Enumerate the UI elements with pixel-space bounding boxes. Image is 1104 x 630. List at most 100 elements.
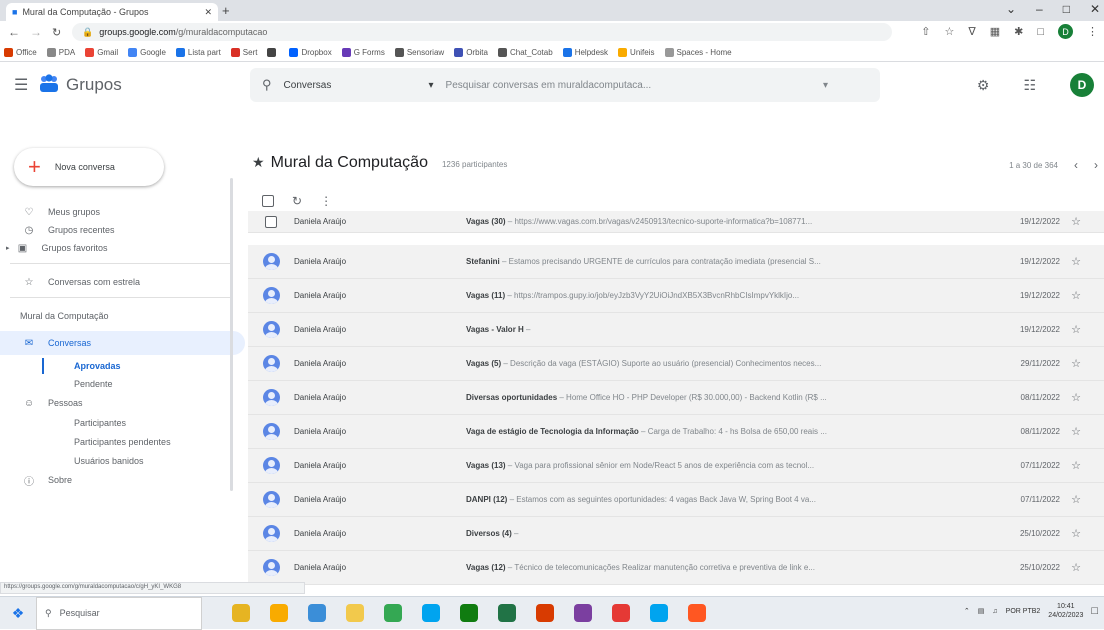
bookmark-item[interactable]: Chat_Cotab [497,47,553,57]
browser-tab[interactable]: ■ Mural da Computação - Grupos ✕ [6,3,218,21]
row-star-icon[interactable]: ☆ [1060,255,1092,268]
close-tab-icon[interactable]: ✕ [204,7,212,18]
row-star-icon[interactable]: ☆ [1060,425,1092,438]
search-scope-select[interactable]: Conversas ▾ [284,80,434,91]
conversation-row[interactable]: Daniela Araújo Vagas (5) – Descrição da v… [248,347,1104,381]
back-icon[interactable]: ← [8,25,20,39]
refresh-icon[interactable]: ↻ [292,194,302,208]
bookmark-star-icon[interactable]: ☆ [944,25,954,38]
next-page-icon[interactable]: › [1094,158,1098,172]
row-star-icon[interactable]: ☆ [1060,289,1092,302]
sidebar-item-conversations[interactable]: ✉ Conversas [22,334,91,352]
row-star-icon[interactable]: ☆ [1060,391,1092,404]
sidepanel-icon[interactable]: □ [1037,26,1044,38]
bookmark-item[interactable]: Sensoriaw [394,47,444,57]
bookmark-item[interactable]: G Forms [341,47,385,57]
search-bar[interactable]: ⚲ Conversas ▾ Pesquisar conversas em mur… [250,68,880,102]
taskbar-app-icon[interactable] [688,604,706,622]
expand-arrow-icon[interactable]: ▸ [6,244,10,252]
bookmark-item[interactable]: Helpdesk [562,47,608,57]
taskbar-app-icon[interactable] [270,604,288,622]
tab-search-icon[interactable]: ⌄ [1006,2,1016,16]
conversation-row[interactable]: Daniela Araújo Diversas oportunidades – H… [248,381,1104,415]
conversation-row[interactable]: Daniela Araújo Stefanini – Estamos precis… [248,245,1104,279]
network-icon[interactable]: ▤ [978,607,985,615]
taskbar-app-icon[interactable] [536,604,554,622]
sidebar-scrollbar[interactable] [230,178,233,491]
bookmark-item[interactable]: Lista part [175,47,221,57]
keyboard-language[interactable]: POR PTB2 [1006,608,1041,615]
close-window-icon[interactable]: ✕ [1090,2,1100,16]
account-avatar[interactable]: D [1070,73,1094,97]
row-star-icon[interactable]: ☆ [1060,493,1092,506]
sidebar-item-starred[interactable]: ☆ Conversas com estrela [22,273,141,291]
taskbar-app-icon[interactable] [384,604,402,622]
sidebar-item-my-groups[interactable]: ♡ Meus grupos [22,203,101,221]
bookmark-item[interactable]: Unifeis [618,47,655,57]
bookmark-item[interactable]: Dropbox [289,47,332,57]
row-checkbox[interactable] [265,215,277,228]
sidebar-item-banned-users[interactable]: Usuários banidos [74,452,144,470]
conversation-row[interactable]: Daniela Araújo Diversos (4) – 25/10/2022 ☆ [248,517,1104,551]
taskbar-app-icon[interactable] [650,604,668,622]
sidebar-item-approved[interactable]: Aprovadas [74,357,121,375]
conversation-row[interactable]: Daniela Araújo Vagas (13) – Vaga para pro… [248,449,1104,483]
volume-icon[interactable]: ♫ [992,608,997,615]
sidebar-item-pending-participants[interactable]: Participantes pendentes [74,433,171,451]
browser-menu-icon[interactable]: ⋮ [1087,25,1098,38]
sidebar-group-section[interactable]: Mural da Computação [20,307,109,325]
filter-icon[interactable]: ∇ [968,25,975,38]
conversation-row[interactable]: Daniela Araújo Vaga de estágio de Tecnolo… [248,415,1104,449]
more-options-icon[interactable]: ⋮ [320,194,332,208]
select-all-checkbox[interactable] [262,195,274,207]
search-input[interactable]: Pesquisar conversas em muraldacomputaca.… [446,80,868,91]
new-tab-icon[interactable]: + [222,3,230,18]
bookmark-item[interactable]: Orbita [454,47,488,57]
tray-chevron-icon[interactable]: ⌃ [964,607,970,615]
sidebar-item-favorite-groups[interactable]: ▸ ▣ Grupos favoritos [6,239,108,257]
conversation-row[interactable]: Daniela Araújo Vagas - Valor H – 19/12/202… [248,313,1104,347]
conversation-row[interactable]: Daniela Araújo DANPI (12) – Estamos com a… [248,483,1104,517]
favorite-star-icon[interactable]: ★ [252,154,265,171]
clock[interactable]: 10:41 24/02/2023 [1048,602,1083,620]
apps-grid-icon[interactable]: ☷ [1023,77,1036,94]
bookmark-item[interactable]: Gmail [85,47,118,57]
forward-icon[interactable]: → [30,25,42,39]
sidebar-item-recent-groups[interactable]: ◷ Grupos recentes [22,221,115,239]
taskbar-app-icon[interactable] [308,604,326,622]
hamburger-menu-icon[interactable]: ☰ [14,75,28,95]
windows-start-icon[interactable]: ❖ [0,605,36,622]
row-star-icon[interactable]: ☆ [1060,215,1092,228]
settings-gear-icon[interactable]: ⚙ [977,77,990,94]
search-options-icon[interactable]: ▾ [823,80,828,91]
taskbar-app-icon[interactable] [346,604,364,622]
row-star-icon[interactable]: ☆ [1060,527,1092,540]
taskbar-app-icon[interactable] [460,604,478,622]
sidebar-item-participants[interactable]: Participantes [74,414,126,432]
taskbar-app-icon[interactable] [422,604,440,622]
taskbar-app-icon[interactable] [498,604,516,622]
taskbar-search[interactable]: ⚲ Pesquisar [36,596,202,630]
taskbar-app-icon[interactable] [574,604,592,622]
row-star-icon[interactable]: ☆ [1060,459,1092,472]
reload-icon[interactable]: ↻ [52,26,61,39]
notifications-icon[interactable]: □ [1091,605,1098,617]
taskbar-app-icon[interactable] [232,604,250,622]
bookmark-item[interactable]: PDA [46,47,75,57]
conversation-row[interactable]: Daniela Araújo Vagas (12) – Técnico de te… [248,551,1104,585]
sidebar-item-people[interactable]: ☺ Pessoas [22,394,83,412]
conversation-row[interactable]: Daniela Araújo Vagas (30) – https://www.v… [248,211,1104,233]
conversation-row[interactable]: Daniela Araújo Vagas (11) – https://tramp… [248,279,1104,313]
bookmark-item[interactable]: Sert [230,47,257,57]
maximize-icon[interactable]: □ [1063,2,1070,16]
new-conversation-button[interactable]: + Nova conversa [14,148,164,186]
minimize-icon[interactable]: – [1036,2,1043,16]
bookmark-item[interactable]: Spaces - Home [664,47,732,57]
sidebar-item-pending[interactable]: Pendente [74,375,113,393]
puzzle-icon[interactable]: ✱ [1014,25,1023,38]
prev-page-icon[interactable]: ‹ [1074,158,1078,172]
extension-icon[interactable]: ▦ [990,25,1000,38]
url-input[interactable]: 🔒 groups.google.com/g/muraldacomputacao [72,23,892,41]
row-star-icon[interactable]: ☆ [1060,323,1092,336]
search-icon[interactable]: ⚲ [262,77,272,93]
